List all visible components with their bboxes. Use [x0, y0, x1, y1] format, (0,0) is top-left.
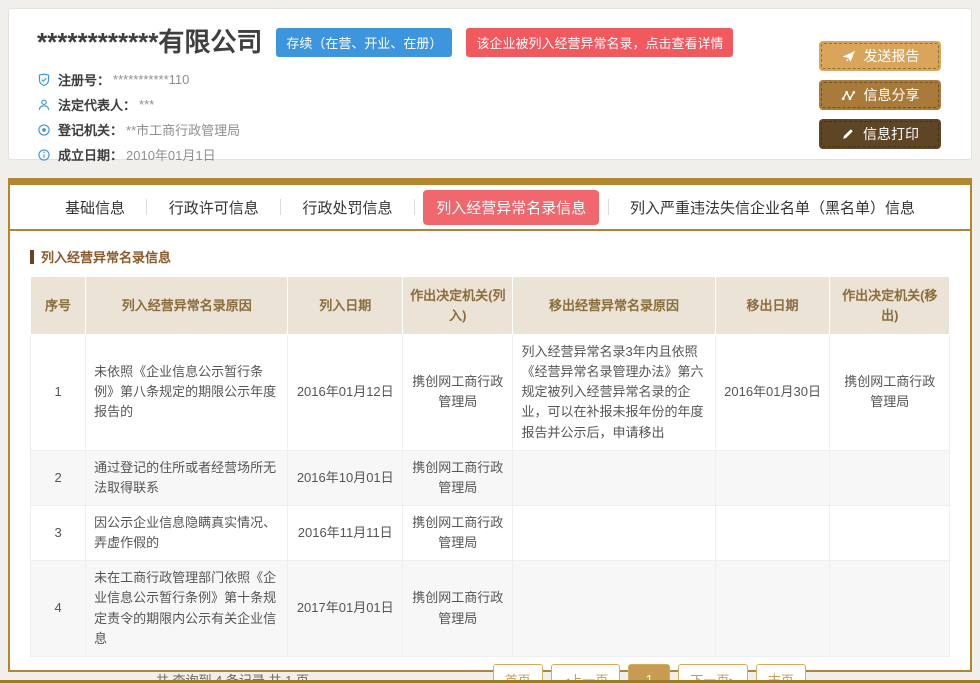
company-header-card: ************有限公司 存续（在营、开业、在册） 该企业被列入经营异常…	[8, 8, 972, 160]
tab-item-3[interactable]: 列入经营异常名录信息	[423, 190, 599, 225]
table-cell	[715, 505, 830, 560]
column-header: 序号	[31, 277, 86, 335]
info-field: 登记机关：**市工商行政管理局	[37, 117, 943, 142]
action-button-label: 信息打印	[863, 124, 919, 144]
send-report-button[interactable]: 发送报告	[819, 41, 941, 71]
table-cell: 携创网工商行政管理局	[403, 561, 513, 657]
column-header: 作出决定机关(移出)	[830, 277, 950, 335]
company-title-row: ************有限公司 存续（在营、开业、在册） 该企业被列入经营异常…	[37, 27, 943, 58]
table-row: 4未在工商行政管理部门依照《企业信息公示暂行条例》第十条规定责令的期限内公示有关…	[31, 561, 950, 657]
table-cell: 4	[31, 561, 86, 657]
section-title: 列入经营异常名录信息	[30, 247, 950, 266]
action-button-label: 发送报告	[864, 46, 920, 66]
table-cell	[513, 450, 715, 505]
table-cell	[513, 505, 715, 560]
abnormal-alert-badge[interactable]: 该企业被列入经营异常名录，点击查看详情	[466, 28, 733, 57]
tab-item-0[interactable]: 基础信息	[52, 190, 138, 225]
page: ************有限公司 存续（在营、开业、在册） 该企业被列入经营异常…	[0, 0, 980, 683]
header-action-buttons: 发送报告信息分享信息打印	[819, 41, 941, 149]
column-header: 移出日期	[715, 277, 830, 335]
table-cell: 2016年11月11日	[288, 505, 403, 560]
info-field: 法定代表人：***	[37, 92, 943, 117]
table-cell: 携创网工商行政管理局	[403, 450, 513, 505]
info-field: 注册号：***********110	[37, 67, 943, 92]
info-field-label: 注册号：	[58, 70, 110, 89]
table-cell: 2016年01月12日	[288, 335, 403, 451]
table-cell	[715, 450, 830, 505]
legal-person-icon	[37, 98, 58, 112]
table-cell	[513, 561, 715, 657]
info-field-value: ***********110	[113, 72, 189, 87]
info-field-label: 成立日期：	[58, 145, 123, 164]
info-field-value: 2010年01月1日	[126, 145, 216, 164]
table-cell: 未依照《企业信息公示暂行条例》第八条规定的期限公示年度报告的	[86, 335, 288, 451]
abnormal-records-table: 序号列入经营异常名录原因列入日期作出决定机关(列入)移出经营异常名录原因移出日期…	[30, 276, 950, 657]
tab-divider	[608, 199, 609, 215]
info-field-value: **市工商行政管理局	[126, 120, 240, 139]
share-info-button[interactable]: 信息分享	[819, 80, 941, 110]
registry-authority-icon	[37, 123, 58, 137]
table-row: 3因公示企业信息隐瞒真实情况、弄虚作假的2016年11月11日携创网工商行政管理…	[31, 505, 950, 560]
table-row: 1未依照《企业信息公示暂行条例》第八条规定的期限公示年度报告的2016年01月1…	[31, 335, 950, 451]
section-title-text: 列入经营异常名录信息	[41, 247, 171, 266]
column-header: 列入经营异常名录原因	[86, 277, 288, 335]
table-cell: 2	[31, 450, 86, 505]
info-field: 成立日期：2010年01月1日	[37, 142, 943, 167]
tab-divider	[414, 199, 415, 215]
tab-item-2[interactable]: 行政处罚信息	[289, 190, 405, 225]
tab-item-1[interactable]: 行政许可信息	[156, 190, 272, 225]
table-cell: 携创网工商行政管理局	[403, 505, 513, 560]
pencil-icon	[841, 127, 855, 141]
section-title-marker-icon	[30, 250, 34, 264]
table-cell: 2016年01月30日	[715, 335, 830, 451]
company-name: ************有限公司	[37, 27, 262, 58]
tab-bar: 基础信息行政许可信息行政处罚信息列入经营异常名录信息列入严重违法失信企业名单（黑…	[10, 185, 970, 231]
table-cell: 因公示企业信息隐瞒真实情况、弄虚作假的	[86, 505, 288, 560]
tab-divider	[146, 199, 147, 215]
table-cell: 1	[31, 335, 86, 451]
main-panel: 基础信息行政许可信息行政处罚信息列入经营异常名录信息列入严重违法失信企业名单（黑…	[8, 178, 972, 672]
info-field-label: 法定代表人：	[58, 95, 136, 114]
tab-item-4[interactable]: 列入严重违法失信企业名单（黑名单）信息	[617, 190, 928, 225]
column-header: 列入日期	[288, 277, 403, 335]
registration-number-icon	[37, 73, 58, 87]
share-nodes-icon	[841, 88, 856, 103]
table-cell	[830, 561, 950, 657]
table-cell: 携创网工商行政管理局	[830, 335, 950, 451]
table-header-row: 序号列入经营异常名录原因列入日期作出决定机关(列入)移出经营异常名录原因移出日期…	[31, 277, 950, 335]
paper-plane-icon	[841, 49, 856, 64]
panel-content: 列入经营异常名录信息 序号列入经营异常名录原因列入日期作出决定机关(列入)移出经…	[10, 231, 970, 683]
print-info-button[interactable]: 信息打印	[819, 119, 941, 149]
company-info-list: 注册号：***********110法定代表人：***登记机关：**市工商行政管…	[37, 67, 943, 167]
table-cell: 3	[31, 505, 86, 560]
info-field-value: ***	[139, 97, 154, 112]
table-cell: 通过登记的住所或者经营场所无法取得联系	[86, 450, 288, 505]
table-cell	[830, 505, 950, 560]
table-cell: 2017年01月01日	[288, 561, 403, 657]
table-row: 2通过登记的住所或者经营场所无法取得联系2016年10月01日携创网工商行政管理…	[31, 450, 950, 505]
table-cell: 2016年10月01日	[288, 450, 403, 505]
column-header: 移出经营异常名录原因	[513, 277, 715, 335]
table-cell: 列入经营异常名录3年内且依照《经营异常名录管理办法》第六规定被列入经营异常名录的…	[513, 335, 715, 451]
table-cell	[715, 561, 830, 657]
info-field-label: 登记机关：	[58, 120, 123, 139]
column-header: 作出决定机关(列入)	[403, 277, 513, 335]
table-cell: 携创网工商行政管理局	[403, 335, 513, 451]
establish-date-icon	[37, 148, 58, 162]
table-cell	[830, 450, 950, 505]
status-badge: 存续（在营、开业、在册）	[276, 28, 452, 57]
table-cell: 未在工商行政管理部门依照《企业信息公示暂行条例》第十条规定责令的期限内公示有关企…	[86, 561, 288, 657]
action-button-label: 信息分享	[864, 85, 920, 105]
tab-divider	[280, 199, 281, 215]
